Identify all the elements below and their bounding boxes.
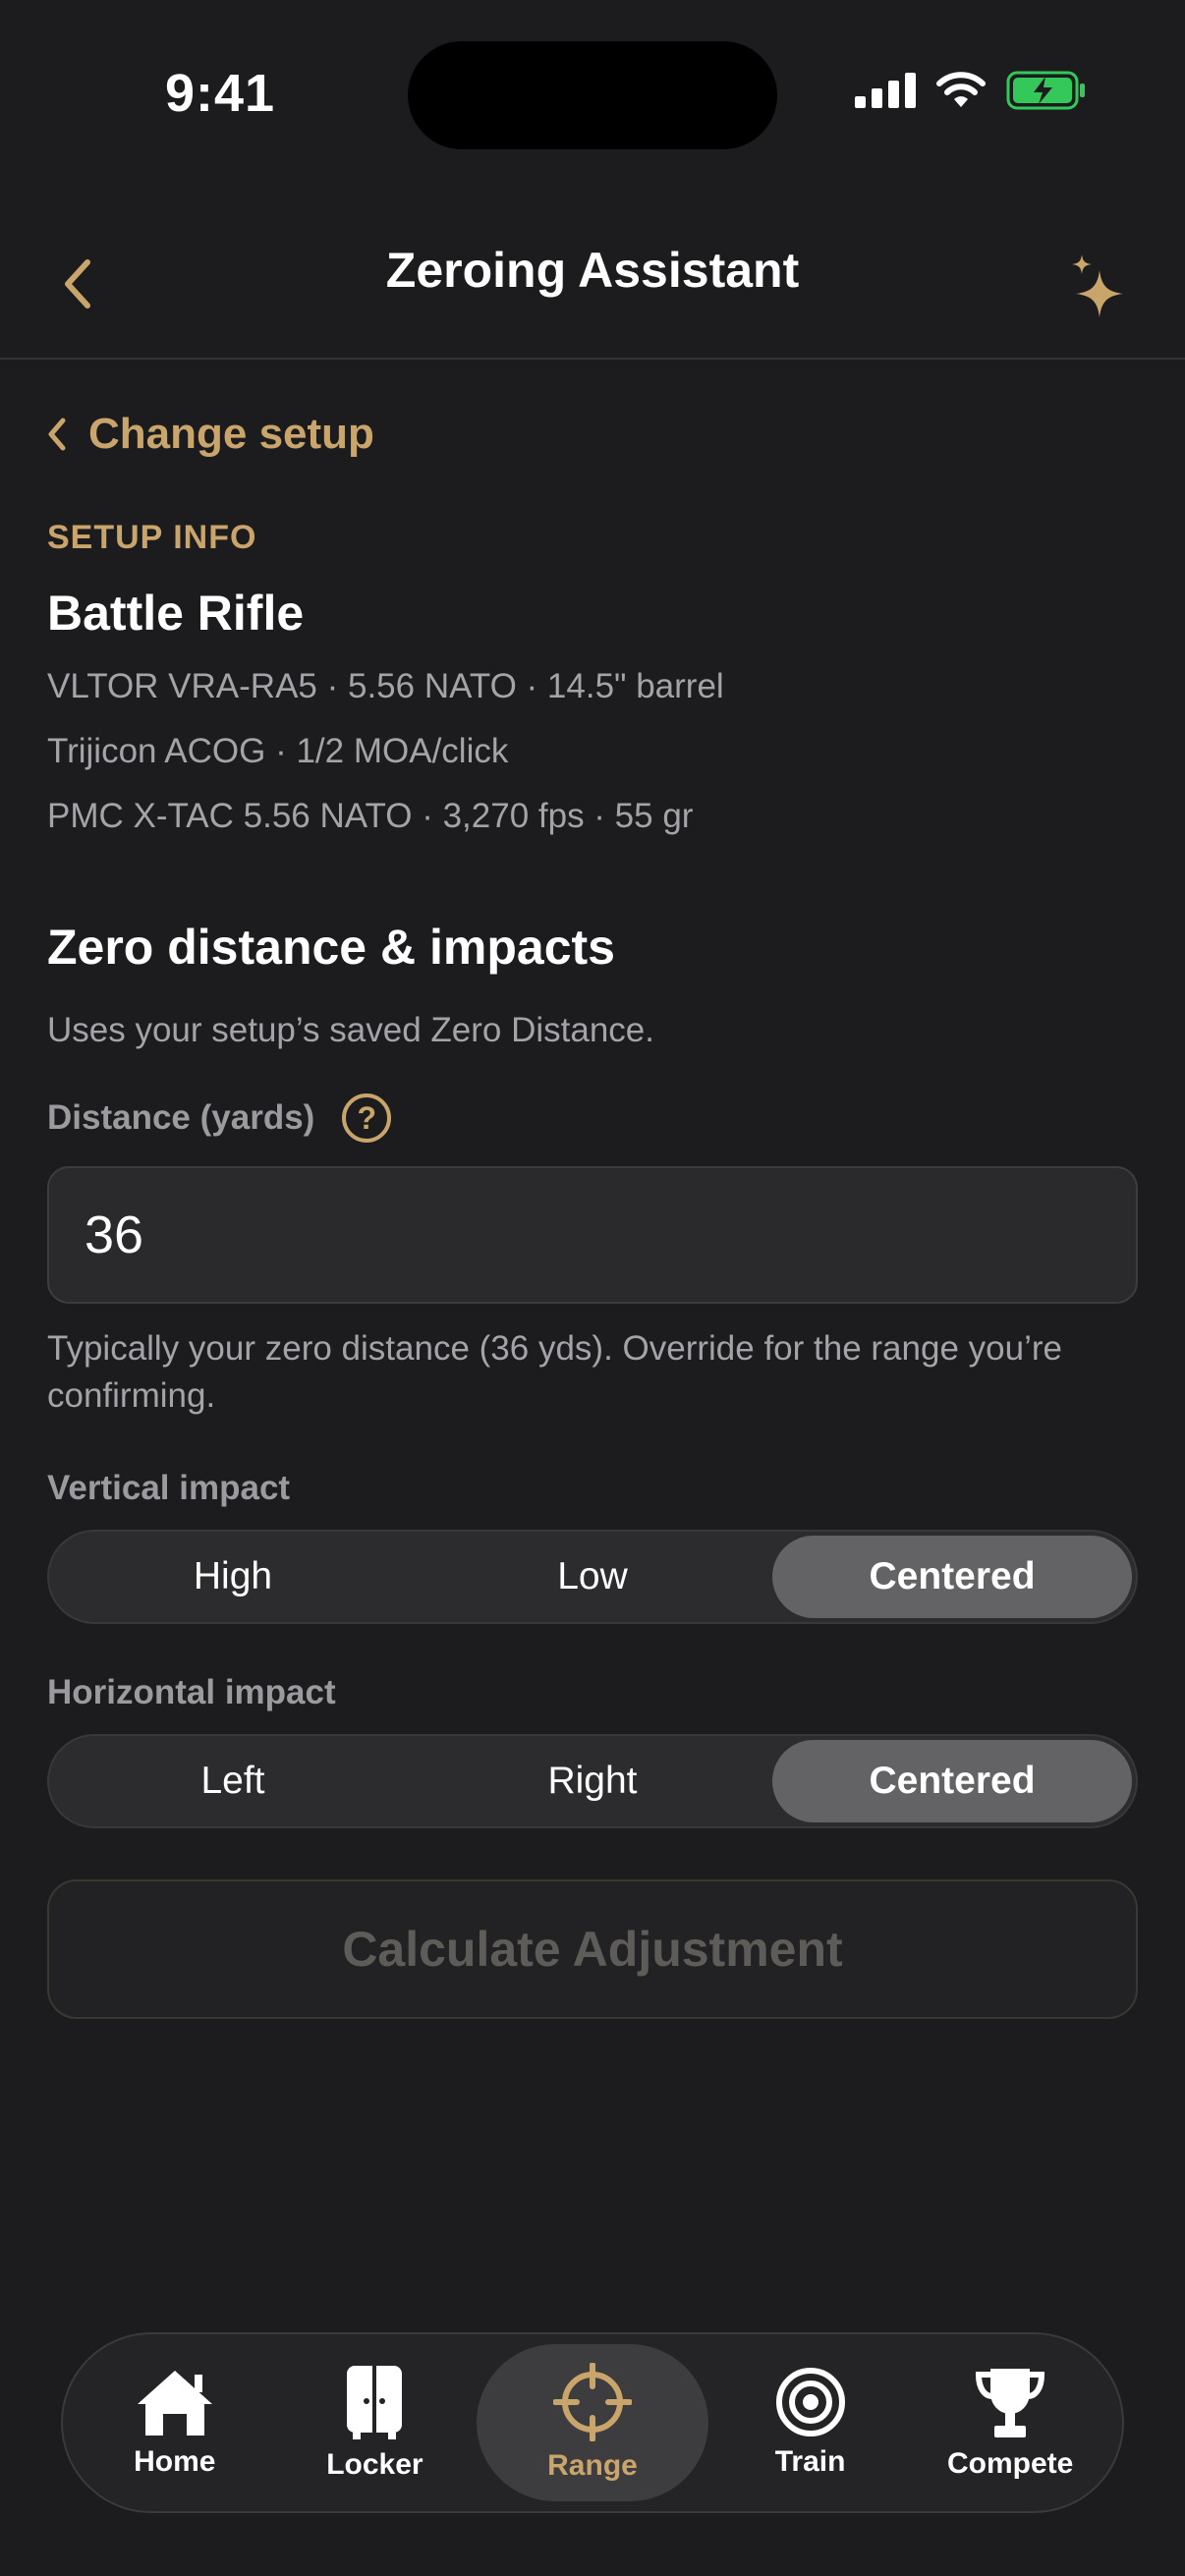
tab-locker[interactable]: Locker bbox=[276, 2344, 473, 2501]
vertical-option-high[interactable]: High bbox=[53, 1536, 413, 1618]
tab-compete-label: Compete bbox=[946, 2447, 1074, 2480]
chevron-left-icon bbox=[48, 418, 66, 451]
battery-charging-icon bbox=[1006, 71, 1085, 110]
crosshair-icon bbox=[552, 2363, 632, 2441]
trophy-icon bbox=[976, 2369, 1045, 2437]
setup-info-heading: SETUP INFO bbox=[47, 519, 257, 556]
distance-hint: Typically your zero distance (36 yds). O… bbox=[47, 1329, 1062, 1415]
tab-train-label: Train bbox=[774, 2445, 846, 2478]
tab-home[interactable]: Home bbox=[77, 2344, 273, 2501]
ai-assist-button[interactable] bbox=[1053, 242, 1142, 330]
tab-compete[interactable]: Compete bbox=[912, 2344, 1108, 2501]
target-icon bbox=[775, 2368, 845, 2436]
change-setup-label: Change setup bbox=[88, 410, 374, 458]
distance-label: Distance (yards) bbox=[47, 1098, 315, 1137]
distance-input[interactable]: 36 bbox=[47, 1166, 1138, 1304]
calculate-adjustment-button[interactable]: Calculate Adjustment bbox=[47, 1879, 1138, 2019]
dynamic-island bbox=[408, 41, 777, 149]
vertical-option-centered[interactable]: Centered bbox=[772, 1536, 1132, 1618]
app-screen: 9:41 Zeroing Assistant Change setup SETU… bbox=[0, 0, 1185, 2576]
tab-bar: Home Locker Range Train Compete bbox=[61, 2332, 1124, 2513]
status-bar: 9:41 bbox=[0, 0, 1185, 196]
change-setup-link[interactable]: Change setup bbox=[47, 391, 1138, 477]
help-icon[interactable]: ? bbox=[342, 1093, 392, 1143]
setup-spec-optic: Trijicon ACOG · 1/2 MOA/click bbox=[47, 732, 509, 770]
sparkles-icon bbox=[1072, 254, 1123, 317]
navigation-header: Zeroing Assistant bbox=[0, 216, 1185, 360]
vertical-impact-label: Vertical impact bbox=[47, 1469, 291, 1507]
horizontal-option-left[interactable]: Left bbox=[53, 1740, 413, 1822]
zero-section-subtitle: Uses your setup’s saved Zero Distance. bbox=[47, 1011, 654, 1049]
horizontal-impact-label: Horizontal impact bbox=[47, 1673, 336, 1711]
horizontal-option-centered[interactable]: Centered bbox=[772, 1740, 1132, 1822]
status-time: 9:41 bbox=[165, 64, 276, 123]
tab-train[interactable]: Train bbox=[712, 2344, 909, 2501]
vertical-option-low[interactable]: Low bbox=[413, 1536, 772, 1618]
zero-section-title: Zero distance & impacts bbox=[47, 920, 615, 975]
setup-name: Battle Rifle bbox=[47, 586, 305, 641]
distance-label-row: Distance (yards) ? bbox=[47, 1093, 1138, 1143]
locker-icon bbox=[347, 2366, 403, 2439]
setup-spec-rifle: VLTOR VRA-RA5 · 5.56 NATO · 14.5" barrel bbox=[47, 667, 724, 705]
tab-range[interactable]: Range bbox=[476, 2344, 708, 2501]
horizontal-option-right[interactable]: Right bbox=[413, 1740, 772, 1822]
tab-home-label: Home bbox=[134, 2445, 216, 2478]
vertical-impact-control: High Low Centered bbox=[47, 1530, 1138, 1624]
wifi-icon bbox=[936, 72, 986, 107]
house-icon bbox=[137, 2371, 212, 2436]
cellular-signal-icon bbox=[855, 73, 916, 108]
main-content: Change setup SETUP INFO Battle Rifle VLT… bbox=[47, 360, 1138, 2019]
horizontal-impact-control: Left Right Centered bbox=[47, 1734, 1138, 1828]
tab-range-label: Range bbox=[547, 2449, 638, 2482]
status-icons bbox=[855, 71, 1087, 110]
tab-locker-label: Locker bbox=[326, 2448, 423, 2481]
setup-spec-ammo: PMC X-TAC 5.56 NATO · 3,270 fps · 55 gr bbox=[47, 797, 694, 835]
page-title: Zeroing Assistant bbox=[385, 243, 800, 298]
